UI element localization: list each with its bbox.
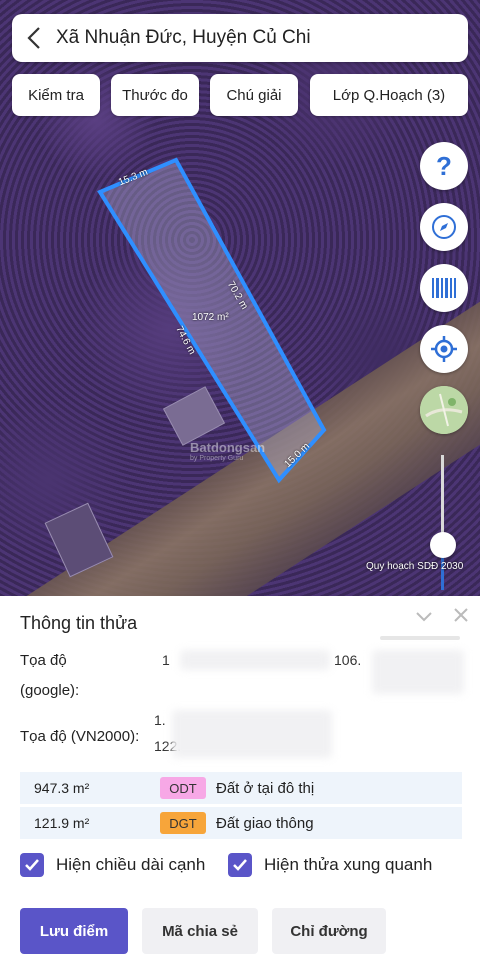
map-layer-icon [420, 386, 468, 434]
barcode-icon [432, 278, 456, 298]
slider-thumb[interactable] [430, 532, 456, 558]
coord-google-lng: 106. [334, 652, 362, 668]
watermark-logo: Batdongsan by Property Guru [190, 440, 266, 462]
checkmark-icon [25, 859, 39, 871]
coord-vn2000-label: Tọa độ (VN2000): [20, 728, 140, 745]
location-title: Xã Nhuận Đức, Huyện Củ Chi [56, 27, 311, 48]
save-point-button[interactable]: Lưu điểm [20, 908, 128, 954]
plot-info-sheet: Thông tin thửa Tọa độ (google): 1 106. T… [0, 596, 480, 960]
check-button[interactable]: Kiểm tra [12, 74, 100, 116]
chevron-left-icon [27, 27, 40, 49]
directions-button[interactable]: Chỉ đường [272, 908, 386, 954]
land-use-row: 947.3 m² ODT Đất ở tại đô thị [20, 772, 462, 804]
land-area: 121.9 m² [34, 815, 90, 831]
measure-button[interactable]: Thước đo [111, 74, 199, 116]
location-bar[interactable]: Xã Nhuận Đức, Huyện Củ Chi [12, 14, 468, 62]
share-code-button[interactable]: Mã chia sẻ [142, 908, 258, 954]
planning-layer-caption: Quy hoạch SDĐ 2030 [366, 561, 464, 572]
map-layer-button[interactable] [420, 386, 468, 434]
barcode-button[interactable] [420, 264, 468, 312]
locate-button[interactable] [420, 325, 468, 373]
locate-icon [431, 336, 457, 362]
compass-button[interactable] [420, 203, 468, 251]
redacted-value [372, 650, 464, 694]
coord-google-lat: 1 [162, 652, 170, 668]
show-edge-length-checkbox[interactable] [20, 853, 44, 877]
chevron-down-icon[interactable] [414, 606, 434, 626]
help-icon: ? [436, 150, 452, 181]
land-code-badge: ODT [160, 777, 206, 799]
coord-google-label: Tọa độ [20, 652, 67, 669]
compass-icon [432, 215, 456, 239]
planning-layer-button[interactable]: Lớp Q.Hoạch (3) [310, 74, 468, 116]
map-toolbar: Kiểm tra Thước đo Chú giải Lớp Q.Hoạch (… [12, 74, 468, 116]
coord-google-label-suffix: (google): [20, 682, 80, 699]
sheet-title: Thông tin thửa [20, 613, 138, 633]
checkmark-icon [233, 859, 247, 871]
redacted-value [180, 650, 330, 670]
sheet-controls [414, 606, 470, 626]
land-area: 947.3 m² [34, 780, 90, 796]
sheet-divider [380, 636, 460, 640]
help-button[interactable]: ? [420, 142, 468, 190]
show-neighbors-checkbox[interactable] [228, 853, 252, 877]
redacted-value [172, 710, 332, 758]
plot-area-label: 1072 m² [192, 312, 229, 323]
close-icon[interactable] [452, 606, 470, 624]
land-use-row: 121.9 m² DGT Đất giao thông [20, 807, 462, 839]
land-description: Đất ở tại đô thị [216, 779, 315, 797]
coord-vn2000-x: 1. [154, 712, 166, 728]
legend-button[interactable]: Chú giải [210, 74, 298, 116]
land-description: Đất giao thông [216, 814, 314, 832]
show-neighbors-label[interactable]: Hiện thửa xung quanh [264, 855, 432, 875]
back-button[interactable] [12, 14, 56, 62]
land-code-badge: DGT [160, 812, 206, 834]
show-edge-length-label[interactable]: Hiện chiều dài cạnh [56, 855, 205, 875]
